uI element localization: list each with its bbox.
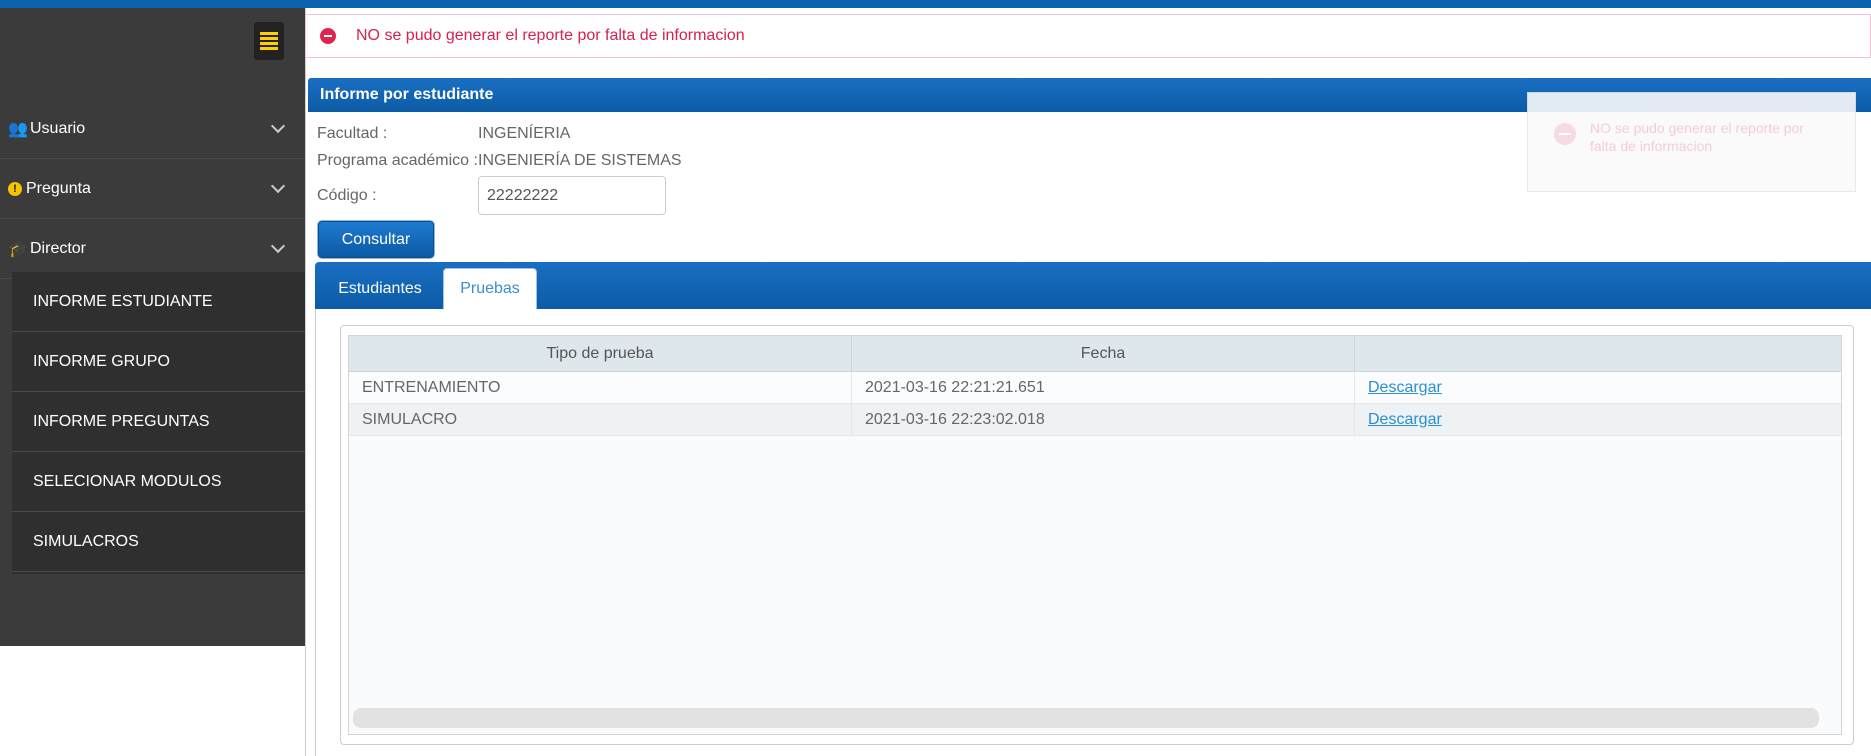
top-accent-bar <box>0 0 1871 8</box>
sidebar-footer-blank <box>0 646 305 756</box>
descargar-link[interactable]: Descargar <box>1368 379 1442 397</box>
graduation-cap-icon: 🎓 <box>8 240 28 258</box>
submenu-informe-grupo[interactable]: INFORME GRUPO <box>12 332 305 392</box>
sidebar-item-label: Pregunta <box>26 179 91 197</box>
table-header: Tipo de prueba Fecha <box>349 336 1841 372</box>
chevron-down-icon <box>270 118 286 134</box>
table-row: SIMULACRO 2021-03-16 22:23:02.018 Descar… <box>349 404 1841 436</box>
submenu-informe-estudiante[interactable]: INFORME ESTUDIANTE <box>12 272 305 332</box>
sidebar-item-director[interactable]: 🎓 Director <box>0 219 305 279</box>
descargar-link[interactable]: Descargar <box>1368 411 1442 429</box>
chevron-down-icon <box>270 178 286 194</box>
sidebar-toggle-button[interactable] <box>254 22 284 60</box>
chevron-down-icon <box>270 238 286 254</box>
submenu-selecionar-modulos[interactable]: SELECIONAR MODULOS <box>12 452 305 512</box>
facultad-label: Facultad : <box>317 125 388 142</box>
content-divider <box>305 8 306 756</box>
pruebas-table: Tipo de prueba Fecha ENTRENAMIENTO 2021-… <box>348 335 1842 735</box>
error-icon <box>320 28 336 44</box>
column-header-fecha[interactable]: Fecha <box>852 336 1355 372</box>
submenu-simulacros[interactable]: SIMULACROS <box>12 512 305 572</box>
sidebar: 👥 Usuario ! Pregunta 🎓 Director INFORME … <box>0 8 305 646</box>
horizontal-scrollbar[interactable] <box>353 708 1819 728</box>
column-header-tipo[interactable]: Tipo de prueba <box>349 336 852 372</box>
consultar-button[interactable]: Consultar <box>318 221 434 258</box>
facultad-value: INGENÍERIA <box>478 125 571 142</box>
codigo-input[interactable] <box>478 176 666 215</box>
error-icon <box>1554 123 1576 145</box>
table-row: ENTRENAMIENTO 2021-03-16 22:21:21.651 De… <box>349 372 1841 404</box>
users-icon: 👥 <box>8 120 28 138</box>
error-toast[interactable]: NO se pudo generar el reporte por falta … <box>1527 92 1856 192</box>
cell-tipo: SIMULACRO <box>349 404 852 436</box>
sidebar-item-label: Director <box>30 239 87 257</box>
sidebar-item-usuario[interactable]: 👥 Usuario <box>0 99 305 159</box>
cell-fecha: 2021-03-16 22:23:02.018 <box>852 404 1355 436</box>
error-alert: NO se pudo generar el reporte por falta … <box>305 14 1871 58</box>
tab-bar <box>315 262 1871 309</box>
programa-label: Programa académico : <box>317 152 478 169</box>
panel-title: Informe por estudiante <box>320 86 494 103</box>
cell-tipo: ENTRENAMIENTO <box>349 372 852 404</box>
director-submenu: INFORME ESTUDIANTE INFORME GRUPO INFORME… <box>12 272 305 574</box>
sidebar-item-pregunta[interactable]: ! Pregunta <box>0 159 305 219</box>
codigo-label: Código : <box>317 187 377 204</box>
cell-fecha: 2021-03-16 22:21:21.651 <box>852 372 1355 404</box>
submenu-informe-preguntas[interactable]: INFORME PREGUNTAS <box>12 392 305 452</box>
programa-value: INGENIERÍA DE SISTEMAS <box>478 152 682 169</box>
column-header-acciones <box>1355 336 1841 372</box>
exclamation-circle-icon: ! <box>8 181 22 196</box>
hamburger-icon <box>260 32 278 35</box>
sidebar-item-label: Usuario <box>30 119 86 137</box>
tab-estudiantes[interactable]: Estudiantes <box>322 268 438 309</box>
toast-message: NO se pudo generar el reporte por falta … <box>1590 120 1805 154</box>
error-alert-message: NO se pudo generar el reporte por falta … <box>356 27 745 44</box>
tab-pruebas[interactable]: Pruebas <box>443 268 537 309</box>
